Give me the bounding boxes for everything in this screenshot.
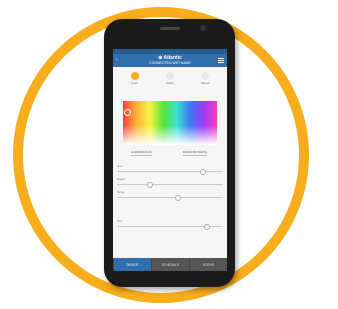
mode-color-button[interactable]: Color [130,71,139,85]
slider-label: Dim [117,219,123,223]
bulb-icon [130,71,139,80]
bottom-tab-bar: DEVICE SCHEDULE SCENE [113,258,227,271]
color-picker[interactable] [123,101,217,145]
harmonious-button[interactable]: HARMONIOUS [131,150,152,156]
app-header: ‹ ⊕ Atlantic CONNECTED WIFI NAME [113,54,227,67]
slider-label: Hue [117,164,123,168]
picker-cursor[interactable] [124,109,131,116]
slider-track[interactable] [117,195,223,201]
slider-knob[interactable] [199,169,206,175]
slider-knob[interactable] [203,224,210,230]
mode-label: White [165,80,174,85]
app-screen: ‹ ⊕ Atlantic CONNECTED WIFI NAME Color W… [113,49,227,271]
slider-temp[interactable]: Temp [117,190,223,201]
slider-hue[interactable]: Hue [117,164,223,175]
random-white-button[interactable]: RANDOM WHITE [183,150,207,156]
mode-scene-button[interactable]: Scene [200,71,210,85]
slider-bright[interactable]: Bright [117,177,223,188]
slider-label: Bright [117,177,125,181]
slider-dim[interactable]: Dim [117,219,223,230]
device-name: CONNECTED WIFI NAME [149,61,191,65]
slider-knob[interactable] [146,182,153,188]
mode-label: Color [130,80,139,85]
slider-knob[interactable] [175,195,182,201]
scene-icon [201,71,210,80]
sun-icon [165,71,174,80]
tab-scene[interactable]: SCENE [189,258,227,271]
tab-device[interactable]: DEVICE [113,258,151,271]
slider-track[interactable] [117,182,223,188]
mode-white-button[interactable]: White [165,71,174,85]
hamburger-menu-icon[interactable] [218,58,224,65]
mode-label: Scene [200,80,210,85]
speaker-grille [160,27,180,30]
front-camera-icon [200,25,206,31]
slider-track[interactable] [117,224,223,230]
tab-schedule[interactable]: SCHEDULE [151,258,189,271]
slider-label: Temp [117,190,125,194]
slider-track[interactable] [117,169,223,175]
mode-selector: Color White Scene [113,67,227,89]
